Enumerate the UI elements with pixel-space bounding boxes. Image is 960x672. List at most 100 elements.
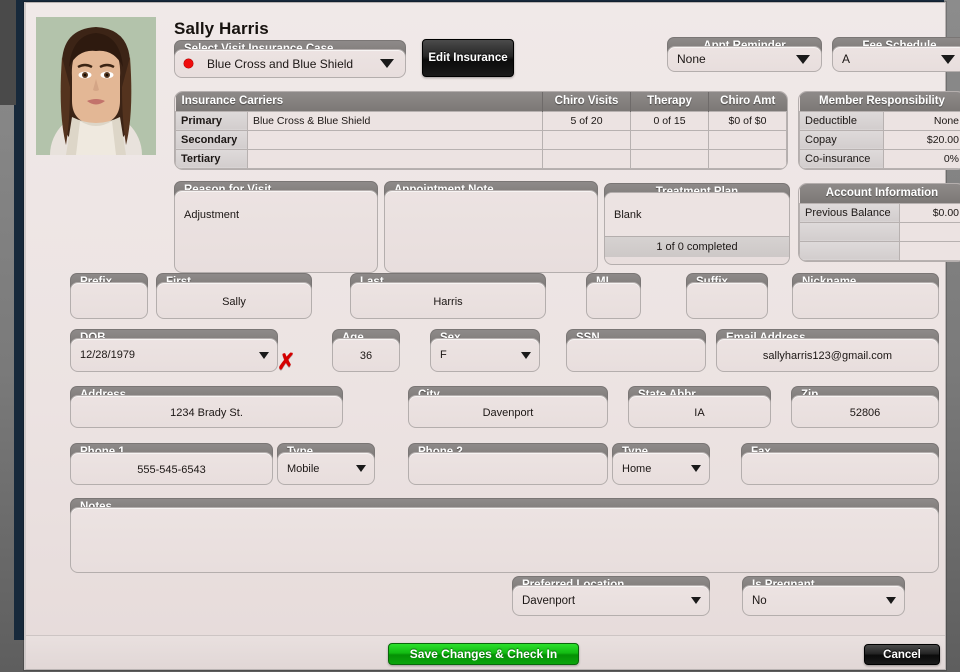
cell-chiro-visits-secondary [542, 129, 631, 150]
phone1-value: 555-545-6543 [137, 464, 206, 476]
fee-schedule-value: A [842, 52, 851, 66]
col-insurance-carriers: Insurance Carriers [175, 92, 543, 111]
address-field[interactable]: Address 1234 Brady St. [70, 386, 343, 428]
table-header-row: Member Responsibility [799, 92, 960, 111]
state-field[interactable]: State Abbr. IA [628, 386, 771, 428]
table-row: Copay $20.00 [799, 129, 960, 150]
prefix-field[interactable]: Prefix [70, 273, 148, 319]
label-previous-balance: Previous Balance [799, 202, 900, 223]
cancel-button[interactable]: Cancel [864, 644, 940, 665]
table-row: Previous Balance $0.00 [799, 202, 960, 223]
chevron-down-icon[interactable] [259, 351, 269, 359]
page-title: Sally Harris [174, 19, 269, 38]
phone1-field[interactable]: Phone 1 555-545-6543 [70, 443, 273, 485]
cell-chiro-visits-primary: 5 of 20 [542, 110, 631, 131]
dob-value: 12/28/1979 [80, 349, 136, 361]
email-value: sallyharris123@gmail.com [762, 350, 893, 362]
cell-therapy-primary: 0 of 15 [630, 110, 709, 131]
middle-initial-field[interactable]: MI [586, 273, 641, 319]
table-row [799, 240, 960, 261]
account-information-title: Account Information [799, 184, 960, 203]
notes-field[interactable]: Notes [70, 498, 939, 573]
label-deductible: Deductible [799, 110, 884, 131]
value-previous-balance: $0.00 [899, 202, 960, 223]
label-account-row-2 [799, 221, 900, 242]
insurance-case-select[interactable]: Select Visit Insurance Case Blue Cross a… [174, 40, 406, 78]
table-row[interactable]: Primary Blue Cross & Blue Shield 5 of 20… [175, 110, 787, 131]
cell-carrier-tertiary [247, 148, 543, 169]
phone1-type-value: Mobile [287, 462, 320, 475]
red-x-icon[interactable]: ✗ [277, 351, 295, 373]
age-field: Age 36 [332, 329, 400, 372]
sex-value: F [440, 349, 447, 361]
phone2-type-select[interactable]: Type Home [612, 443, 710, 485]
cell-chiro-amt-primary: $0 of $0 [708, 110, 787, 131]
cell-therapy-tertiary [630, 148, 709, 169]
is-pregnant-select[interactable]: Is Pregnant No [742, 576, 905, 616]
label-coinsurance: Co-insurance [799, 148, 884, 169]
insurance-case-value: Blue Cross and Blue Shield [207, 56, 354, 71]
city-field[interactable]: City Davenport [408, 386, 608, 428]
member-responsibility-table: Member Responsibility Deductible None Co… [798, 91, 960, 170]
chevron-down-icon [521, 351, 531, 359]
cell-carrier-secondary [247, 129, 543, 150]
col-chiro-amt: Chiro Amt [708, 92, 787, 111]
insurance-carriers-table: Insurance Carriers Chiro Visits Therapy … [174, 91, 788, 170]
appt-reminder-value: None [677, 52, 706, 66]
member-responsibility-title: Member Responsibility [799, 92, 960, 111]
table-row [799, 221, 960, 242]
last-name-field[interactable]: Last Harris [350, 273, 546, 319]
table-row[interactable]: Tertiary [175, 148, 787, 169]
reason-for-visit-field[interactable]: Reason for Visit Adjustment [174, 181, 378, 273]
chevron-down-icon [941, 54, 955, 64]
appt-reminder-select[interactable]: Appt Reminder None [667, 37, 822, 72]
chevron-down-icon [691, 597, 701, 604]
reason-for-visit-value: Adjustment [184, 209, 240, 221]
desktop-background-left [0, 0, 16, 105]
suffix-field[interactable]: Suffix [686, 273, 768, 319]
sex-select[interactable]: Sex F [430, 329, 540, 372]
email-field[interactable]: Email Address sallyharris123@gmail.com [716, 329, 939, 372]
value-account-row-2 [899, 221, 960, 242]
dob-field[interactable]: DOB 12/28/1979 [70, 329, 278, 372]
first-name-field[interactable]: First Sally [156, 273, 312, 319]
table-row: Deductible None [799, 110, 960, 131]
appointment-note-field[interactable]: Appointment Note [384, 181, 598, 273]
cell-chiro-amt-secondary [708, 129, 787, 150]
first-name-value: Sally [222, 296, 246, 308]
fax-field[interactable]: Fax [741, 443, 939, 485]
preferred-location-select[interactable]: Preferred Location Davenport [512, 576, 710, 616]
phone2-field[interactable]: Phone 2 [408, 443, 608, 485]
table-row[interactable]: Secondary [175, 129, 787, 150]
zip-value: 52806 [849, 407, 881, 419]
col-therapy: Therapy [630, 92, 709, 111]
value-deductible: None [883, 110, 960, 131]
value-coinsurance: 0% [883, 148, 960, 169]
save-changes-checkin-button[interactable]: Save Changes & Check In [388, 643, 579, 665]
city-value: Davenport [482, 407, 534, 419]
last-name-value: Harris [433, 296, 463, 308]
fee-schedule-select[interactable]: Fee Schedule A [832, 37, 960, 72]
state-value: IA [694, 407, 705, 419]
treatment-plan-progress: 1 of 0 completed [605, 237, 789, 257]
col-chiro-visits: Chiro Visits [542, 92, 631, 111]
address-value: 1234 Brady St. [170, 407, 243, 419]
zip-field[interactable]: Zip 52806 [791, 386, 939, 428]
treatment-plan-field[interactable]: Treatment Plan Blank 1 of 0 completed [604, 183, 790, 265]
cell-carrier-primary: Blue Cross & Blue Shield [247, 110, 543, 131]
label-copay: Copay [799, 129, 884, 150]
cell-chiro-amt-tertiary [708, 148, 787, 169]
patient-photo [36, 17, 156, 155]
nickname-field[interactable]: Nickname [792, 273, 939, 319]
ssn-field[interactable]: SSN [566, 329, 706, 372]
edit-insurance-button[interactable]: Edit Insurance [422, 39, 514, 77]
chevron-down-icon [886, 597, 896, 604]
phone1-type-select[interactable]: Type Mobile [277, 443, 375, 485]
chevron-down-icon [380, 59, 394, 68]
screen: Sally Harris Select Visit Insurance Case… [0, 0, 960, 672]
value-account-row-3 [899, 240, 960, 261]
row-level-secondary: Secondary [175, 129, 248, 150]
account-information-table: Account Information Previous Balance $0.… [798, 183, 960, 262]
row-level-primary: Primary [175, 110, 248, 131]
preferred-location-value: Davenport [522, 594, 576, 607]
